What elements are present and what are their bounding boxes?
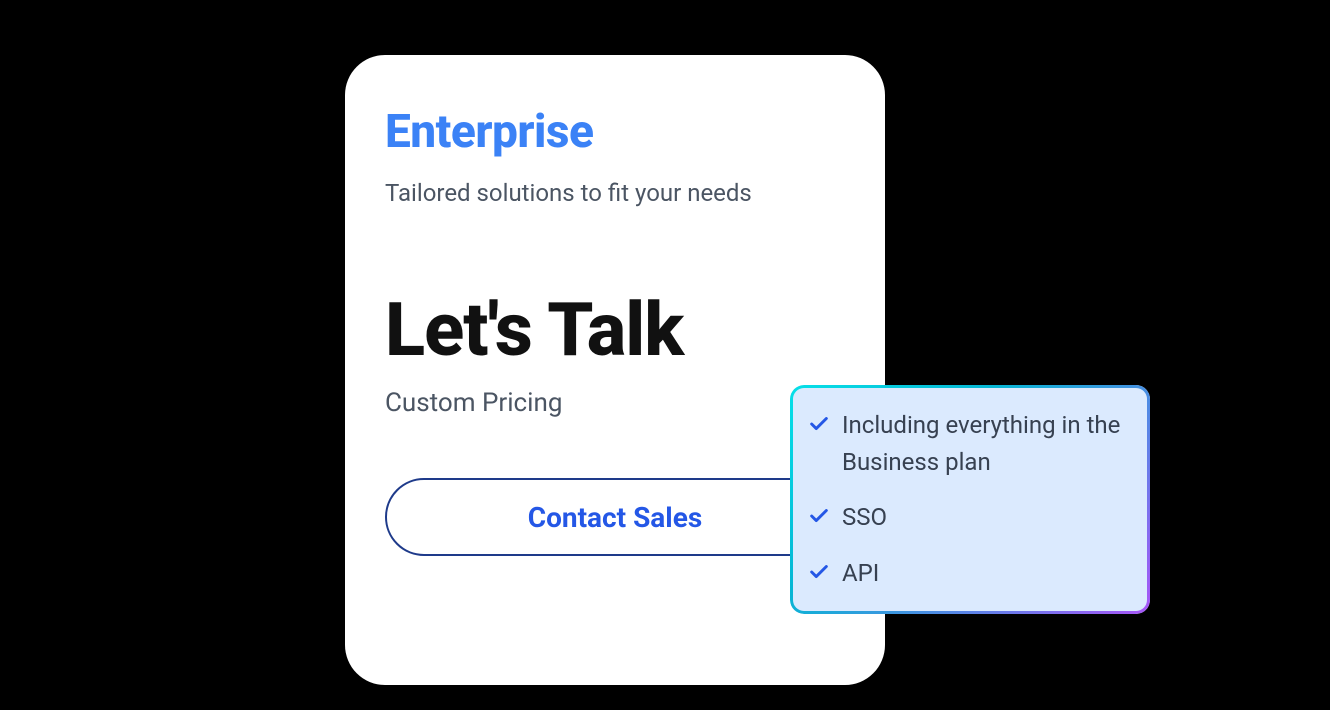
plan-tagline: Tailored solutions to fit your needs (385, 179, 845, 207)
feature-item: SSO (808, 499, 1130, 536)
plan-pricing-note: Custom Pricing (385, 388, 845, 418)
contact-sales-label: Contact Sales (528, 501, 702, 534)
feature-text: SSO (842, 499, 887, 536)
contact-sales-button[interactable]: Contact Sales (385, 478, 845, 556)
feature-text: Including everything in the Business pla… (842, 407, 1130, 481)
check-icon (808, 413, 830, 435)
check-icon (808, 561, 830, 583)
feature-popover: Including everything in the Business pla… (790, 385, 1150, 614)
feature-text: API (842, 555, 879, 592)
plan-name: Enterprise (385, 105, 845, 159)
feature-item: API (808, 555, 1130, 592)
feature-item: Including everything in the Business pla… (808, 407, 1130, 481)
plan-headline: Let's Talk (385, 287, 845, 374)
check-icon (808, 505, 830, 527)
